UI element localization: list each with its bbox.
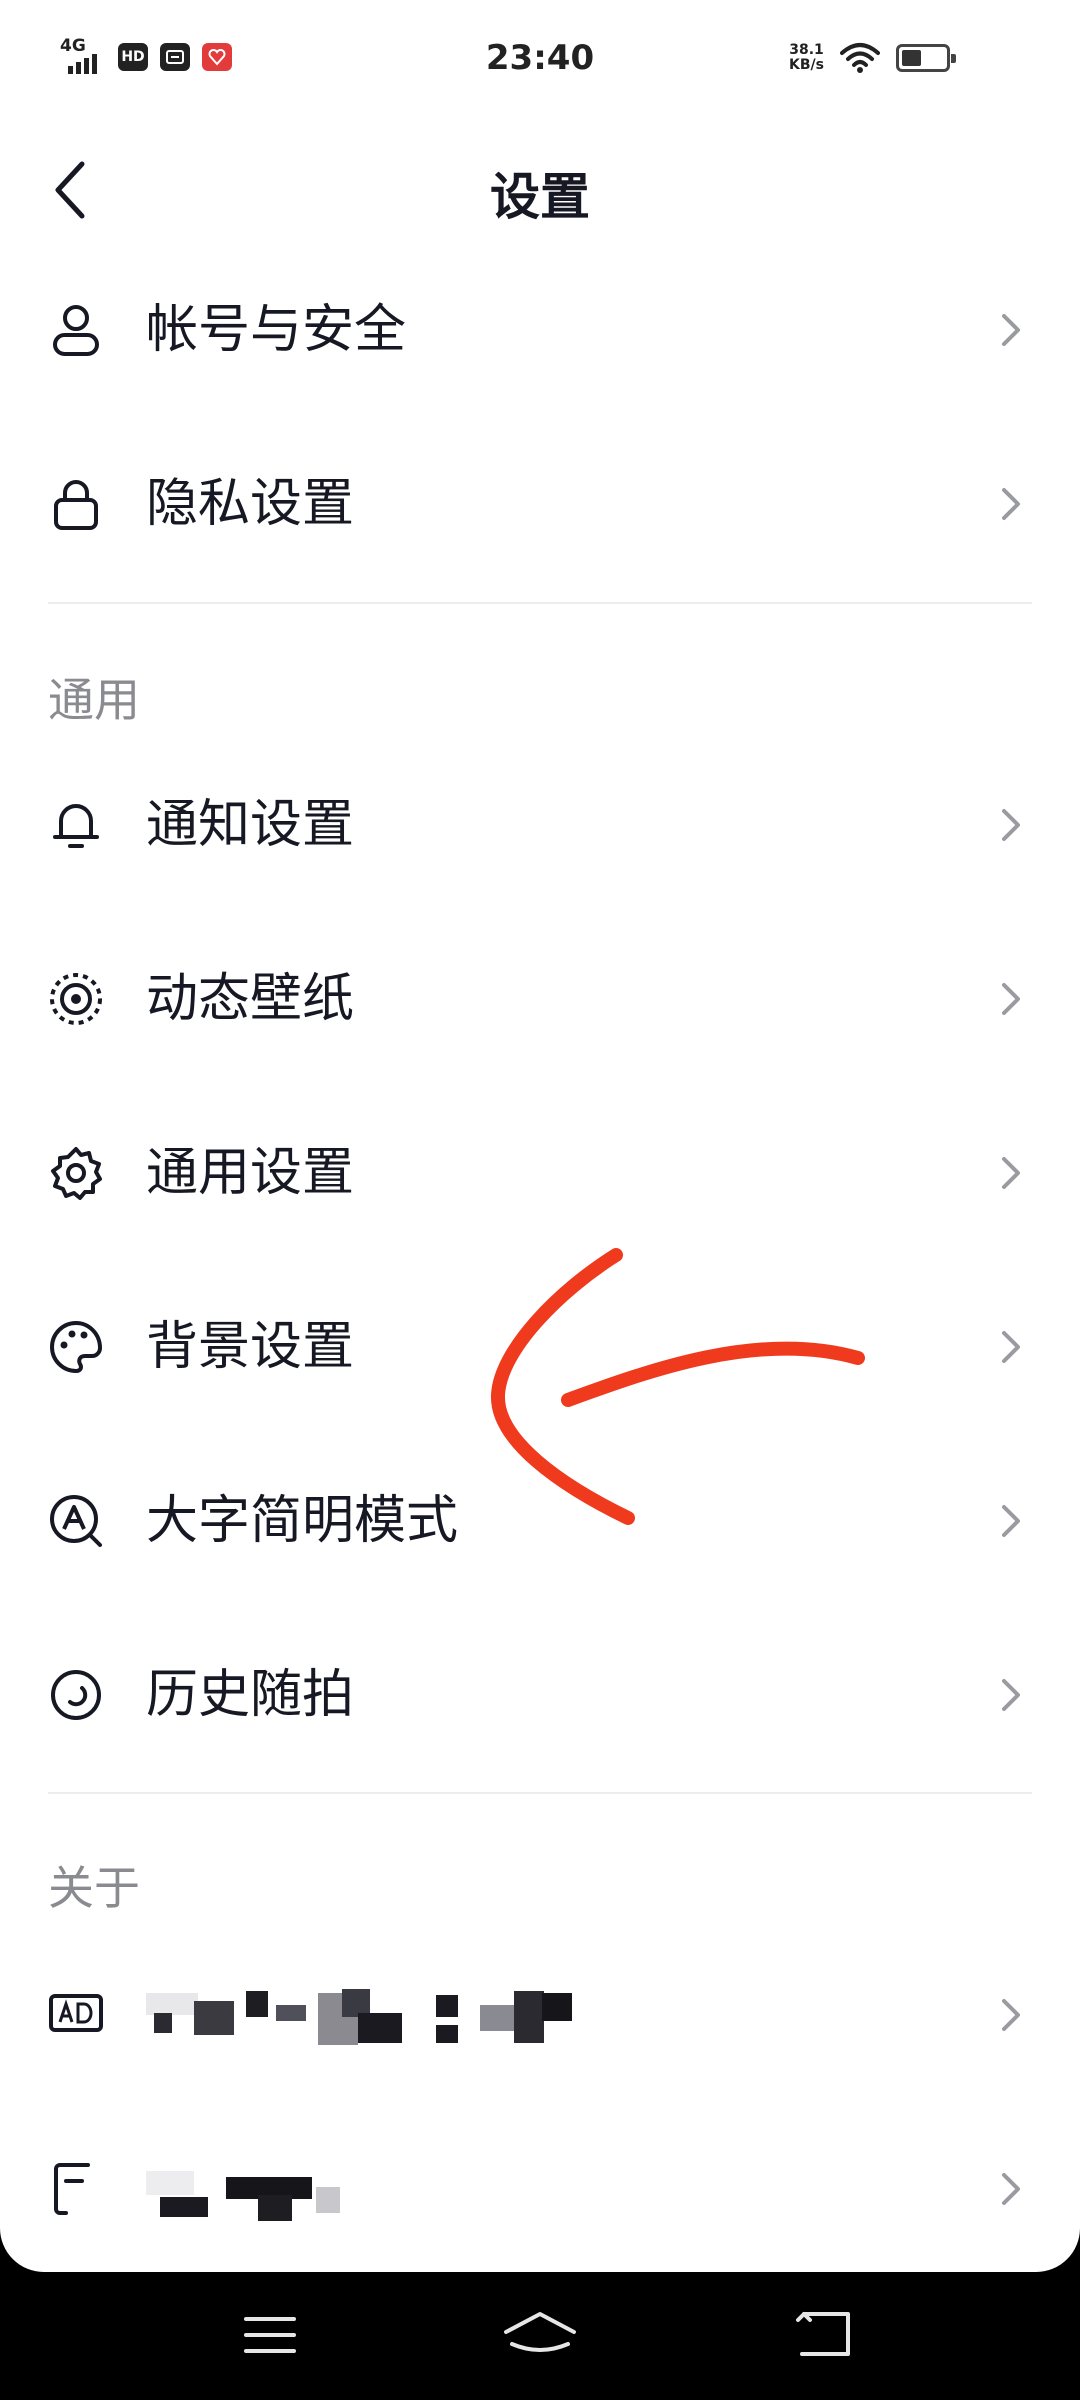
chevron-right-icon: [1002, 1331, 1020, 1363]
chevron-right-icon: [1002, 2173, 1020, 2205]
settings-item-general[interactable]: 通用设置: [0, 1113, 1080, 1233]
home-button[interactable]: [500, 2302, 580, 2368]
chevron-right-icon: [1002, 1505, 1020, 1537]
status-bar: 4G HD 23:40 38.1 KB/s: [0, 0, 1080, 120]
bell-icon: [48, 797, 104, 853]
menu-button[interactable]: [230, 2302, 310, 2368]
settings-item-label: 动态壁纸: [146, 969, 355, 1029]
settings-item-history-snap[interactable]: 历史随拍: [0, 1635, 1080, 1755]
chevron-right-icon: [1002, 1157, 1020, 1189]
ad-icon: [48, 1987, 104, 2043]
menu-icon: [244, 2317, 296, 2353]
wifi-icon: [840, 43, 880, 73]
settings-item-label: 隐私设置: [146, 474, 355, 534]
back-nav-button[interactable]: [784, 2302, 864, 2368]
section-divider: [48, 602, 1032, 604]
gear-icon: [48, 1145, 104, 1201]
section-title-about: 关于: [48, 1861, 140, 1915]
dynamic-wallpaper-icon: [48, 971, 104, 1027]
section-divider: [48, 1792, 1032, 1794]
chevron-right-icon: [1002, 488, 1020, 520]
redacted-label: [146, 1983, 686, 2053]
chevron-right-icon: [1002, 314, 1020, 346]
battery-icon: [896, 44, 956, 72]
header: 设置: [0, 135, 1080, 245]
history-icon: [48, 1667, 104, 1723]
status-bar-right: 38.1 KB/s: [789, 42, 956, 74]
palette-icon: [48, 1319, 104, 1375]
page-title: 设置: [490, 168, 590, 226]
chevron-right-icon: [1002, 983, 1020, 1015]
settings-screen: 4G HD 23:40 38.1 KB/s 设置 帐号与安全 隐私设置 通用 通…: [0, 0, 1080, 2272]
settings-item-label: 帐号与安全: [146, 300, 407, 360]
settings-item-about-redacted-1[interactable]: [0, 1955, 1080, 2075]
settings-item-dynamic-wallpaper[interactable]: 动态壁纸: [0, 939, 1080, 1059]
document-icon: [48, 2161, 104, 2217]
settings-item-notifications[interactable]: 通知设置: [0, 765, 1080, 885]
large-font-icon: [48, 1493, 104, 1549]
settings-item-label: 通用设置: [146, 1143, 355, 1203]
settings-item-large-font[interactable]: 大字简明模式: [0, 1461, 1080, 1581]
lock-icon: [48, 476, 104, 532]
settings-item-background[interactable]: 背景设置: [0, 1287, 1080, 1407]
settings-item-privacy[interactable]: 隐私设置: [0, 444, 1080, 564]
chevron-right-icon: [1002, 809, 1020, 841]
net-speed: 38.1 KB/s: [789, 42, 824, 73]
settings-item-label: 大字简明模式: [146, 1491, 459, 1551]
chevron-right-icon: [1002, 1679, 1020, 1711]
section-title-general: 通用: [48, 673, 140, 727]
user-icon: [48, 302, 104, 358]
back-icon: [796, 2312, 850, 2356]
chevron-right-icon: [1002, 1999, 1020, 2031]
settings-item-account-security[interactable]: 帐号与安全: [0, 270, 1080, 390]
home-icon: [504, 2312, 576, 2352]
system-nav-bar: [0, 2272, 1080, 2400]
redacted-label: [146, 2157, 686, 2227]
settings-item-label: 通知设置: [146, 795, 355, 855]
settings-item-label: 背景设置: [146, 1317, 355, 1377]
settings-item-about-redacted-2[interactable]: [0, 2129, 1080, 2249]
settings-item-label: 历史随拍: [146, 1665, 355, 1725]
